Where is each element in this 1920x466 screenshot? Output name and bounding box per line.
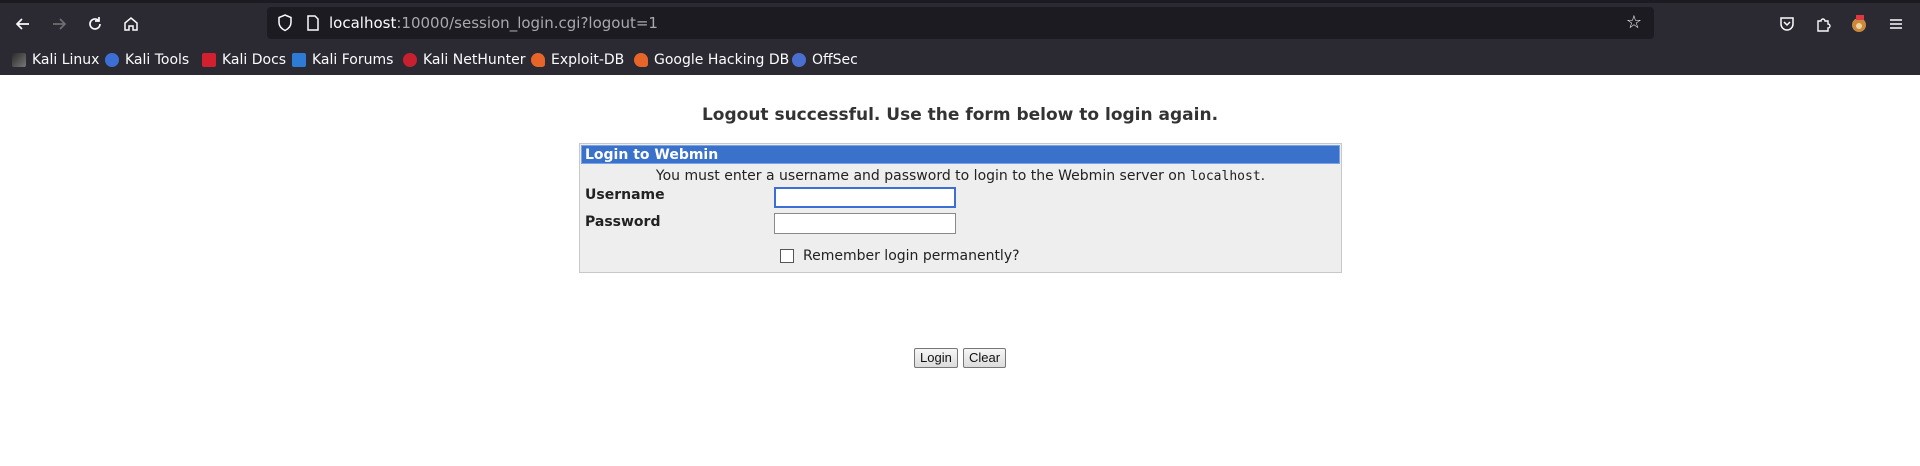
remember-login-row[interactable]: Remember login permanently? — [780, 248, 1020, 264]
remember-login-checkbox[interactable] — [780, 249, 794, 263]
reload-icon — [89, 17, 101, 30]
window-top-edge — [0, 0, 1920, 3]
bookmark-label: Kali Docs — [222, 52, 287, 68]
home-icon — [124, 17, 138, 31]
login-form: Login to Webmin You must enter a usernam… — [579, 143, 1342, 273]
kali-dragon-icon — [12, 53, 26, 67]
tracking-protection-shield-icon[interactable] — [275, 13, 295, 33]
bookmark-label: Kali NetHunter — [423, 52, 526, 68]
back-arrow-icon — [15, 18, 29, 30]
puzzle-icon — [1817, 18, 1831, 32]
bookmark-kali-nethunter[interactable]: Kali NetHunter — [403, 49, 525, 71]
exploit-db-icon — [531, 53, 545, 67]
bookmark-star-icon[interactable]: ☆ — [1624, 13, 1644, 33]
kali-tools-icon — [105, 53, 119, 67]
kali-docs-icon — [202, 53, 216, 67]
app-menu-button[interactable] — [1883, 11, 1909, 37]
back-button[interactable] — [9, 10, 37, 38]
browser-toolbar: localhost:10000/session_login.cgi?logout… — [0, 0, 1920, 75]
intro-host: localhost — [1190, 169, 1261, 184]
bookmark-kali-tools[interactable]: Kali Tools — [105, 49, 189, 71]
logout-message: Logout successful. Use the form below to… — [701, 105, 1219, 125]
reload-button[interactable] — [81, 10, 109, 38]
account-button[interactable] — [1846, 11, 1872, 37]
forward-button[interactable] — [45, 10, 73, 38]
bookmark-label: Google Hacking DB — [654, 52, 790, 68]
ghdb-icon — [634, 53, 648, 67]
remember-login-label: Remember login permanently? — [803, 248, 1020, 264]
login-button[interactable]: Login — [914, 348, 958, 368]
password-label: Password — [585, 214, 661, 230]
offsec-icon — [792, 53, 806, 67]
home-button[interactable] — [117, 10, 145, 38]
page-content: Logout successful. Use the form below to… — [0, 75, 1920, 466]
login-intro-text: You must enter a username and password t… — [580, 168, 1341, 184]
bookmark-label: Kali Forums — [312, 52, 394, 68]
bookmark-label: Kali Linux — [32, 52, 100, 68]
page-info-icon[interactable] — [303, 13, 323, 33]
bookmark-google-hacking-db[interactable]: Google Hacking DB — [634, 49, 789, 71]
password-input[interactable] — [774, 213, 956, 234]
kali-nethunter-icon — [403, 53, 417, 67]
pocket-button[interactable] — [1774, 11, 1800, 37]
bookmark-kali-docs[interactable]: Kali Docs — [202, 49, 286, 71]
hamburger-menu-icon — [1890, 19, 1902, 29]
url-text[interactable]: localhost:10000/session_login.cgi?logout… — [329, 13, 658, 33]
bookmark-offsec[interactable]: OffSec — [792, 49, 858, 71]
url-host: localhost — [329, 14, 397, 32]
bookmark-kali-forums[interactable]: Kali Forums — [292, 49, 393, 71]
pocket-icon — [1780, 17, 1794, 31]
bookmark-label: OffSec — [812, 52, 858, 68]
username-label: Username — [585, 187, 665, 203]
bookmark-label: Kali Tools — [125, 52, 190, 68]
bookmark-kali-linux[interactable]: Kali Linux — [12, 49, 99, 71]
clear-button[interactable]: Clear — [963, 348, 1007, 368]
url-path: :10000/session_login.cgi?logout=1 — [396, 14, 658, 32]
extensions-button[interactable] — [1810, 11, 1836, 37]
intro-suffix: . — [1260, 168, 1266, 184]
kali-forums-icon — [292, 53, 306, 67]
intro-prefix: You must enter a username and password t… — [655, 168, 1191, 184]
address-bar[interactable]: localhost:10000/session_login.cgi?logout… — [267, 7, 1654, 39]
username-input[interactable] — [774, 187, 956, 208]
forward-arrow-icon — [53, 18, 67, 30]
bookmark-exploit-db[interactable]: Exploit-DB — [531, 49, 624, 71]
login-form-title: Login to Webmin — [581, 145, 1340, 164]
bookmarks-toolbar: Kali Linux Kali Tools Kali Docs Kali For… — [0, 46, 1920, 74]
bookmark-label: Exploit-DB — [551, 52, 625, 68]
account-avatar-icon — [1852, 15, 1866, 32]
